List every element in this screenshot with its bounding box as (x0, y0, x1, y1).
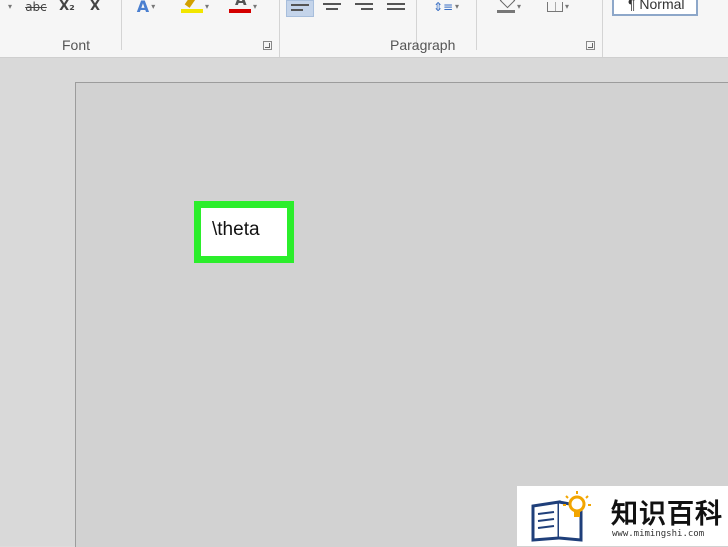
paint-bucket-icon (496, 0, 516, 13)
ribbon-separator (476, 0, 477, 50)
highlighter-icon (180, 0, 203, 13)
align-left-icon (291, 1, 309, 11)
book-lightbulb-logo-icon (531, 491, 591, 542)
strikethrough-icon: abc (25, 0, 47, 14)
highlight-color-button[interactable]: ▾ (178, 0, 212, 14)
watermark-badge: 知识百科 www.mimingshi.com (517, 486, 728, 546)
watermark-brand-text: 知识百科 (611, 499, 723, 530)
borders-icon (546, 2, 563, 12)
borders-button[interactable]: ▾ (536, 0, 580, 14)
align-center-icon (323, 0, 341, 10)
line-spacing-icon: ⇕≡ (432, 0, 454, 14)
line-spacing-button[interactable]: ⇕≡ ▾ (426, 0, 466, 14)
strikethrough-button[interactable]: abc (22, 0, 50, 14)
text-effects-button[interactable]: A ▾ (132, 0, 160, 16)
font-dialog-launcher-icon[interactable] (263, 41, 272, 50)
clear-formatting-button[interactable]: X (86, 0, 104, 14)
equation-text[interactable]: \theta (212, 219, 260, 241)
justify-icon (387, 0, 405, 10)
font-color-button[interactable]: A ▾ (226, 0, 260, 14)
ribbon-group-separator (602, 0, 603, 57)
font-color-icon: A (228, 0, 251, 13)
align-right-icon (355, 0, 373, 10)
justify-button[interactable] (382, 0, 410, 17)
font-group-label: Font (62, 37, 91, 53)
document-page[interactable] (75, 82, 728, 547)
text-effects-icon: A (136, 0, 150, 16)
style-normal[interactable]: ¶ Normal (612, 0, 698, 16)
subscript-icon: X₂ (59, 0, 75, 14)
font-size-dropdown-caret[interactable]: ▾ (0, 0, 18, 14)
align-left-button[interactable] (286, 0, 314, 17)
align-center-button[interactable] (318, 0, 346, 17)
align-right-button[interactable] (350, 0, 378, 17)
ribbon: ▾ abc X₂ X A ▾ ▾ A ▾ Font ⇕≡ ▾ ▾ ▾ Parag… (0, 0, 728, 58)
paragraph-dialog-launcher-icon[interactable] (586, 41, 595, 50)
shading-button[interactable]: ▾ (488, 0, 530, 14)
clear-formatting-icon: X (89, 0, 101, 14)
font-color-letter: A (234, 0, 247, 9)
ribbon-separator (121, 0, 122, 50)
watermark-url: www.mimingshi.com (612, 529, 705, 539)
subscript-button[interactable]: X₂ (56, 0, 78, 14)
paragraph-group-label: Paragraph (390, 37, 456, 53)
ribbon-group-separator (279, 0, 280, 57)
